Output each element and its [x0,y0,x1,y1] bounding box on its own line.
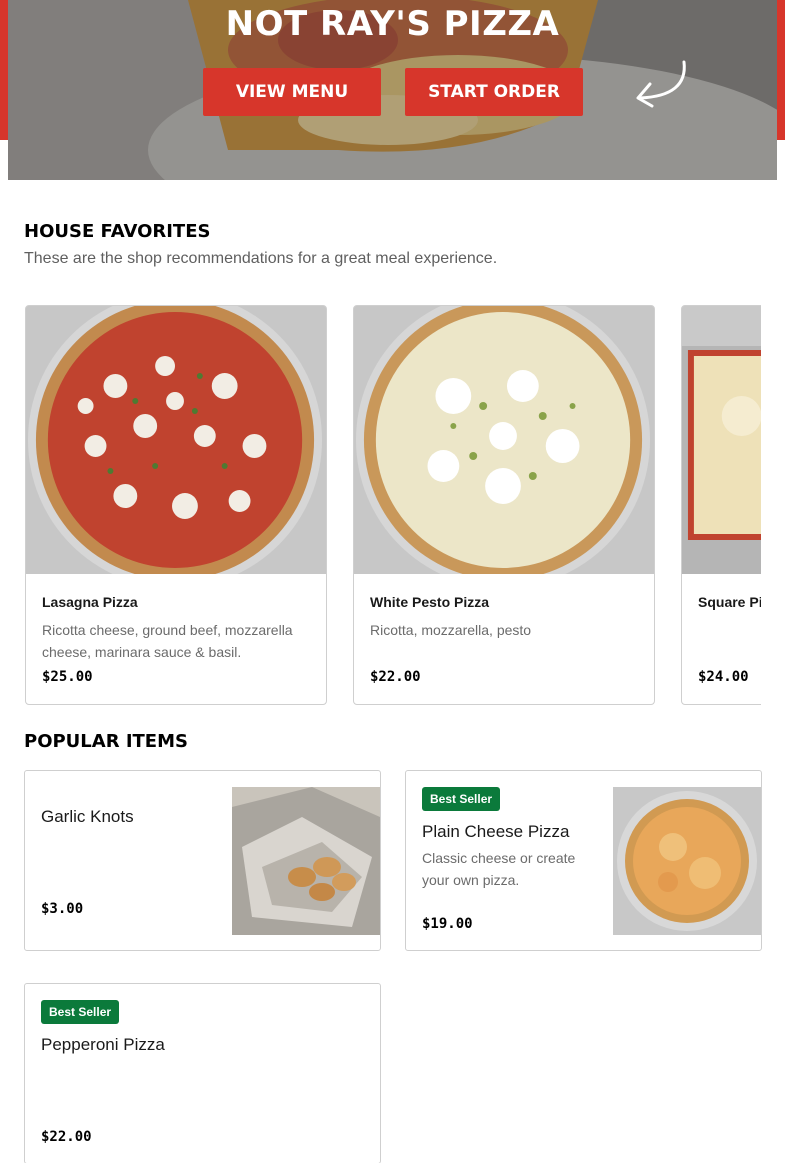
favorite-name: White Pesto Pizza [370,594,490,610]
item-name: Plain Cheese Pizza [422,822,570,841]
plain-cheese-pizza-image [613,787,761,935]
popular-item-garlic-knots[interactable]: Garlic Knots $3.00 [24,770,381,951]
best-seller-badge: Best Seller [422,787,501,811]
house-favorites-subtitle: These are the shop recommendations for a… [24,250,498,267]
popular-items-heading: POPULAR ITEMS [24,731,188,752]
favorite-card-square-pizza[interactable]: Square Pizza $24.00 [681,305,761,705]
item-description: Classic cheese or create your own pizza. [422,850,576,888]
favorite-price: $24.00 [698,669,749,685]
white-pesto-pizza-image [354,306,654,574]
view-menu-button[interactable]: VIEW MENU [203,68,381,116]
favorite-description: Ricotta cheese, ground beef, mozzarella … [42,622,293,660]
favorite-description: Ricotta, mozzarella, pesto [370,622,532,638]
start-order-button[interactable]: START ORDER [405,68,583,116]
item-name: Garlic Knots [41,807,134,826]
curved-arrow-icon [636,60,686,108]
item-name: Pepperoni Pizza [41,1035,165,1054]
item-price: $3.00 [41,901,84,917]
favorite-name: Lasagna Pizza [42,594,138,610]
popular-item-pepperoni-pizza[interactable]: Best Seller Pepperoni Pizza $22.00 [24,983,381,1163]
favorite-card-white-pesto-pizza[interactable]: White Pesto Pizza Ricotta, mozzarella, p… [353,305,655,705]
popular-item-plain-cheese-pizza[interactable]: Best Seller Plain Cheese Pizza Classic c… [405,770,762,951]
favorite-card-lasagna-pizza[interactable]: Lasagna Pizza Ricotta cheese, ground bee… [25,305,327,705]
square-pizza-image [682,306,761,574]
favorite-price: $25.00 [42,669,93,685]
lasagna-pizza-image [26,306,326,574]
favorite-name: Square Pizza [698,594,761,610]
item-price: $22.00 [41,1129,92,1145]
hero-banner: NOT RAY'S PIZZA VIEW MENU START ORDER [8,0,777,180]
best-seller-badge: Best Seller [41,1000,120,1024]
house-favorites-carousel[interactable]: Lasagna Pizza Ricotta cheese, ground bee… [24,305,761,706]
item-price: $19.00 [422,916,473,932]
garlic-knots-image [232,787,380,935]
favorite-price: $22.00 [370,669,421,685]
house-favorites-heading: HOUSE FAVORITES [24,221,211,242]
restaurant-title: NOT RAY'S PIZZA [225,4,560,44]
